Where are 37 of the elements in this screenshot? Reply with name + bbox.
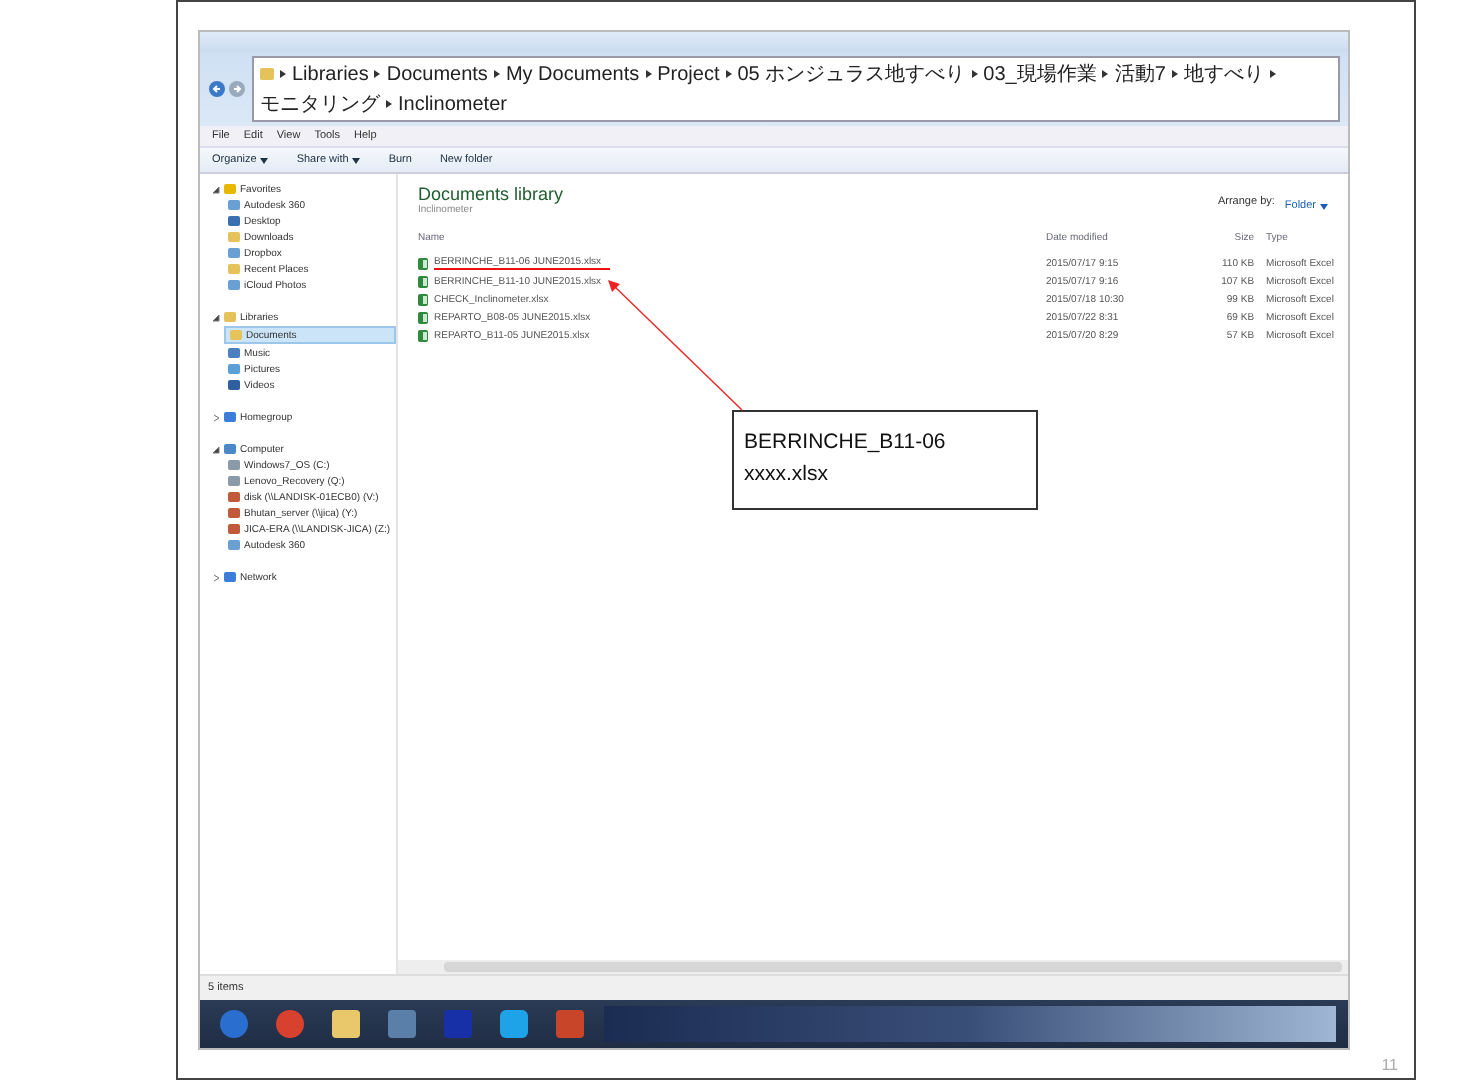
breadcrumb-item[interactable]: Documents <box>386 63 488 85</box>
chevron-icon <box>1171 70 1178 78</box>
expanded-arrow-icon[interactable] <box>212 313 220 321</box>
chevron-icon <box>386 100 392 108</box>
chevron-icon <box>1102 70 1109 78</box>
breadcrumb-item[interactable]: Inclinometer <box>398 93 507 115</box>
horizontal-scrollbar[interactable] <box>398 960 1348 974</box>
caret-icon <box>260 157 269 163</box>
address-bar[interactable]: Libraries Documents My Documents Project 05 ホンジュラス地すべり 03_現場作業 活動7 地すべり モニタリング Inclinometer <box>252 56 1340 122</box>
chevron-icon <box>374 70 381 78</box>
breadcrumb-item[interactable]: 活動7 <box>1114 60 1166 88</box>
chevron-icon <box>280 70 286 78</box>
chevron-icon <box>1269 70 1276 78</box>
caret-icon <box>1320 203 1328 209</box>
breadcrumb-item[interactable]: Project <box>657 63 720 85</box>
breadcrumb-item[interactable]: 03_現場作業 <box>983 60 1097 88</box>
folder-icon <box>260 68 274 80</box>
breadcrumb-item[interactable]: 05 ホンジュラス地すべり <box>737 60 966 88</box>
expanded-arrow-icon[interactable] <box>212 185 220 193</box>
chevron-icon <box>645 70 652 78</box>
callout-box: BERRINCHE_B11-06 xxxx.xlsx <box>732 410 1038 510</box>
chevron-icon <box>493 70 500 78</box>
expanded-arrow-icon[interactable] <box>212 445 220 453</box>
library-title: Documents library <box>418 184 564 204</box>
folder-icon <box>228 232 240 242</box>
slide-number: 11 <box>1381 1056 1398 1074</box>
breadcrumb-item[interactable]: 地すべり <box>1183 60 1264 88</box>
caret-icon <box>352 157 361 163</box>
breadcrumb-item[interactable]: モニタリング <box>260 90 380 118</box>
callout-arrow <box>608 280 743 411</box>
chevron-icon <box>971 70 978 78</box>
back-button[interactable] <box>208 80 226 98</box>
breadcrumb-item[interactable]: My Documents <box>505 63 640 85</box>
chevron-icon <box>725 70 732 78</box>
folder-icon <box>228 264 240 274</box>
breadcrumb-item[interactable]: Libraries <box>292 63 369 85</box>
forward-button[interactable] <box>228 80 246 98</box>
